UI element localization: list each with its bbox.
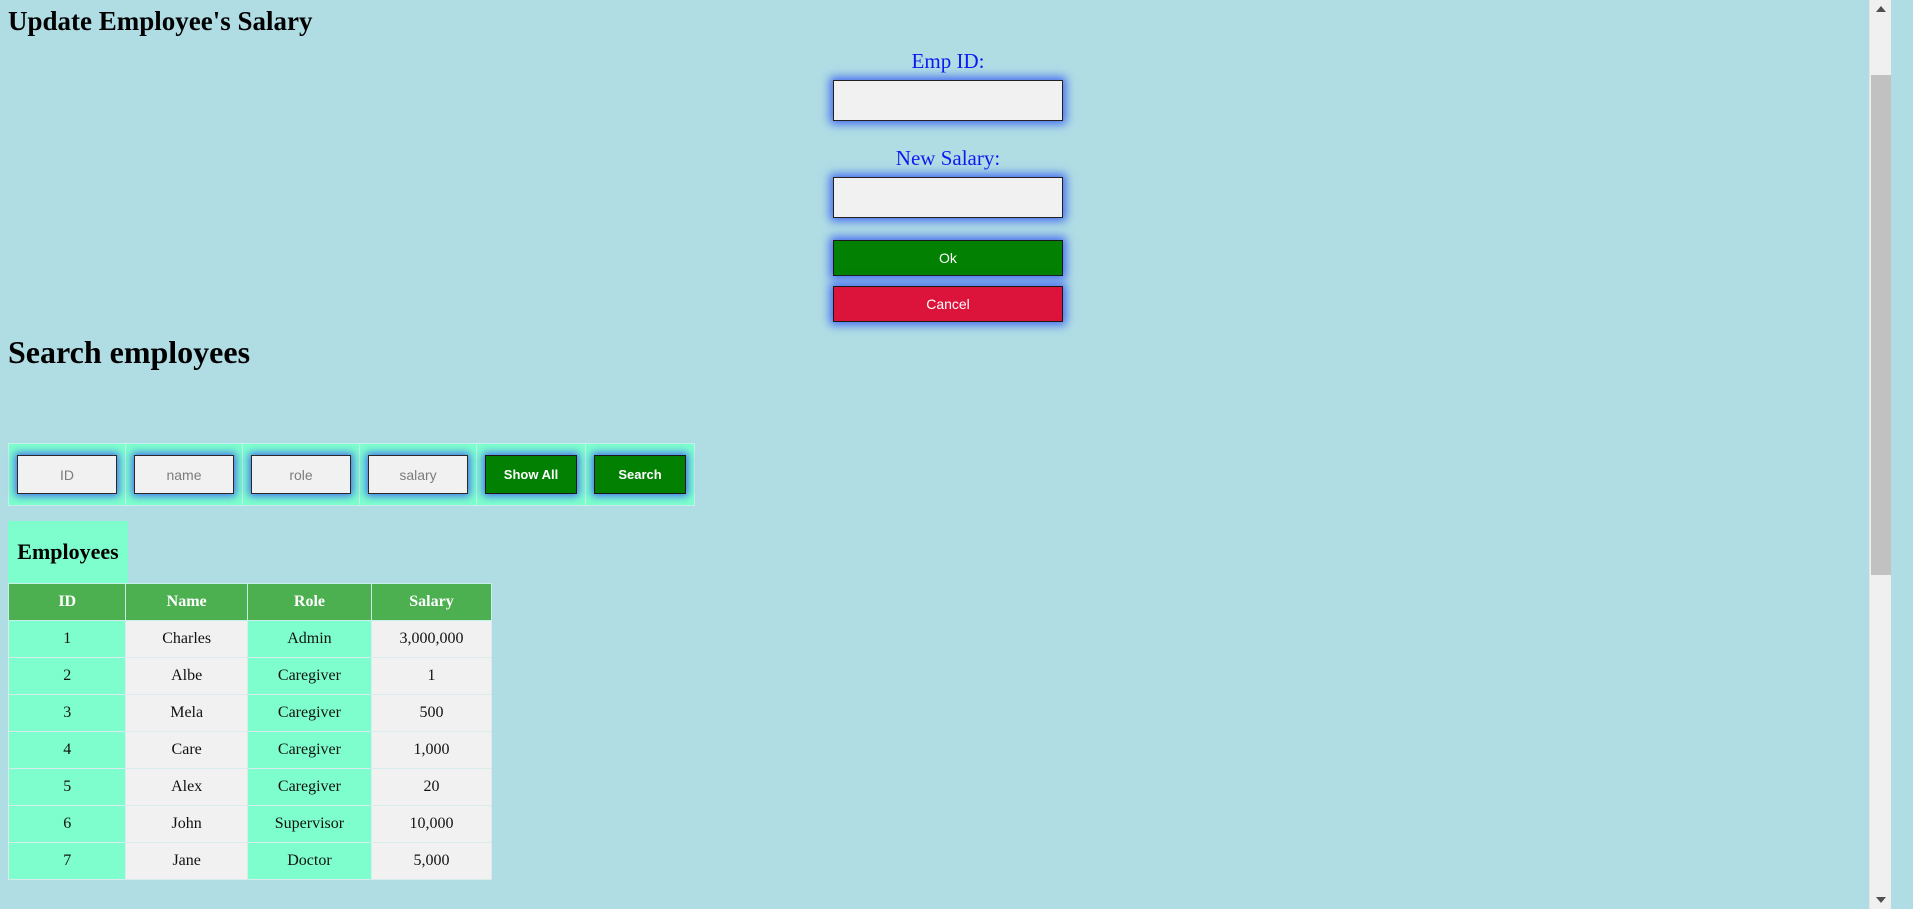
table-row: 4 Care Caregiver 1,000: [7, 731, 492, 769]
search-cell-role: [242, 443, 360, 506]
update-salary-form: Emp ID: New Salary: Ok Cancel: [833, 48, 1063, 322]
cell-id: 2: [7, 657, 127, 695]
cell-role: Caregiver: [246, 768, 373, 806]
cell-id: 1: [7, 620, 127, 658]
cell-name: Care: [125, 731, 248, 769]
search-name-input[interactable]: [134, 455, 234, 494]
table-row: 5 Alex Caregiver 20: [7, 768, 492, 806]
search-salary-input[interactable]: [368, 455, 468, 494]
vertical-scrollbar[interactable]: [1869, 0, 1891, 909]
table-row: 3 Mela Caregiver 500: [7, 694, 492, 732]
employees-table-header-row: ID Name Role Salary: [7, 583, 492, 621]
search-cell-name: [125, 443, 243, 506]
cell-name: John: [125, 805, 248, 843]
page-title-update-salary: Update Employee's Salary: [8, 6, 313, 36]
page-title-search-employees: Search employees: [8, 334, 251, 370]
cell-salary: 5,000: [371, 842, 492, 880]
new-salary-input[interactable]: [833, 177, 1063, 218]
employees-table: Employees ID Name Role Salary 1 Charles Ad…: [7, 521, 492, 880]
employees-table-caption: Employees: [8, 521, 128, 583]
cell-role: Caregiver: [246, 731, 373, 769]
column-header-role: Role: [246, 583, 373, 621]
emp-id-label: Emp ID:: [911, 49, 985, 73]
search-filter-panel: Show All Search: [8, 443, 695, 506]
cell-name: Alex: [125, 768, 248, 806]
cell-salary: 10,000: [371, 805, 492, 843]
show-all-button[interactable]: Show All: [485, 455, 577, 494]
table-row: 2 Albe Caregiver 1: [7, 657, 492, 695]
column-header-salary: Salary: [371, 583, 492, 621]
search-cell-search: Search: [585, 443, 695, 506]
table-row: 7 Jane Doctor 5,000: [7, 842, 492, 880]
employees-table-body: 1 Charles Admin 3,000,000 2 Albe Caregiver 1 3 Me…: [7, 620, 492, 880]
cell-id: 7: [7, 842, 127, 880]
cell-id: 6: [7, 805, 127, 843]
app-page: Update Employee's Salary Emp ID: New Sal…: [0, 0, 1891, 909]
cell-name: Jane: [125, 842, 248, 880]
form-spacer: [833, 121, 1063, 145]
search-button[interactable]: Search: [594, 455, 686, 494]
cell-role: Admin: [246, 620, 373, 658]
cancel-button[interactable]: Cancel: [833, 286, 1063, 322]
column-header-id: ID: [7, 583, 127, 621]
cell-salary: 500: [371, 694, 492, 732]
cell-role: Supervisor: [246, 805, 373, 843]
cell-salary: 1,000: [371, 731, 492, 769]
cell-name: Albe: [125, 657, 248, 695]
table-row: 6 John Supervisor 10,000: [7, 805, 492, 843]
cell-role: Caregiver: [246, 657, 373, 695]
cell-name: Mela: [125, 694, 248, 732]
cell-id: 4: [7, 731, 127, 769]
cell-salary: 1: [371, 657, 492, 695]
scrollbar-thumb[interactable]: [1871, 75, 1891, 575]
cell-id: 3: [7, 694, 127, 732]
search-role-input[interactable]: [251, 455, 351, 494]
search-cell-salary: [359, 443, 477, 506]
scroll-down-arrow-icon[interactable]: [1870, 891, 1891, 909]
cell-id: 5: [7, 768, 127, 806]
search-cell-show-all: Show All: [476, 443, 586, 506]
search-cell-id: [8, 443, 126, 506]
column-header-name: Name: [125, 583, 248, 621]
cell-salary: 20: [371, 768, 492, 806]
scroll-up-arrow-icon[interactable]: [1870, 0, 1891, 18]
cell-role: Doctor: [246, 842, 373, 880]
emp-id-input[interactable]: [833, 80, 1063, 121]
cell-role: Caregiver: [246, 694, 373, 732]
table-row: 1 Charles Admin 3,000,000: [7, 620, 492, 658]
search-filter-row: Show All Search: [8, 443, 695, 506]
search-id-input[interactable]: [17, 455, 117, 494]
form-spacer-2: [833, 218, 1063, 240]
cell-salary: 3,000,000: [371, 620, 492, 658]
ok-button[interactable]: Ok: [833, 240, 1063, 276]
cell-name: Charles: [125, 620, 248, 658]
new-salary-label: New Salary:: [895, 146, 1001, 170]
